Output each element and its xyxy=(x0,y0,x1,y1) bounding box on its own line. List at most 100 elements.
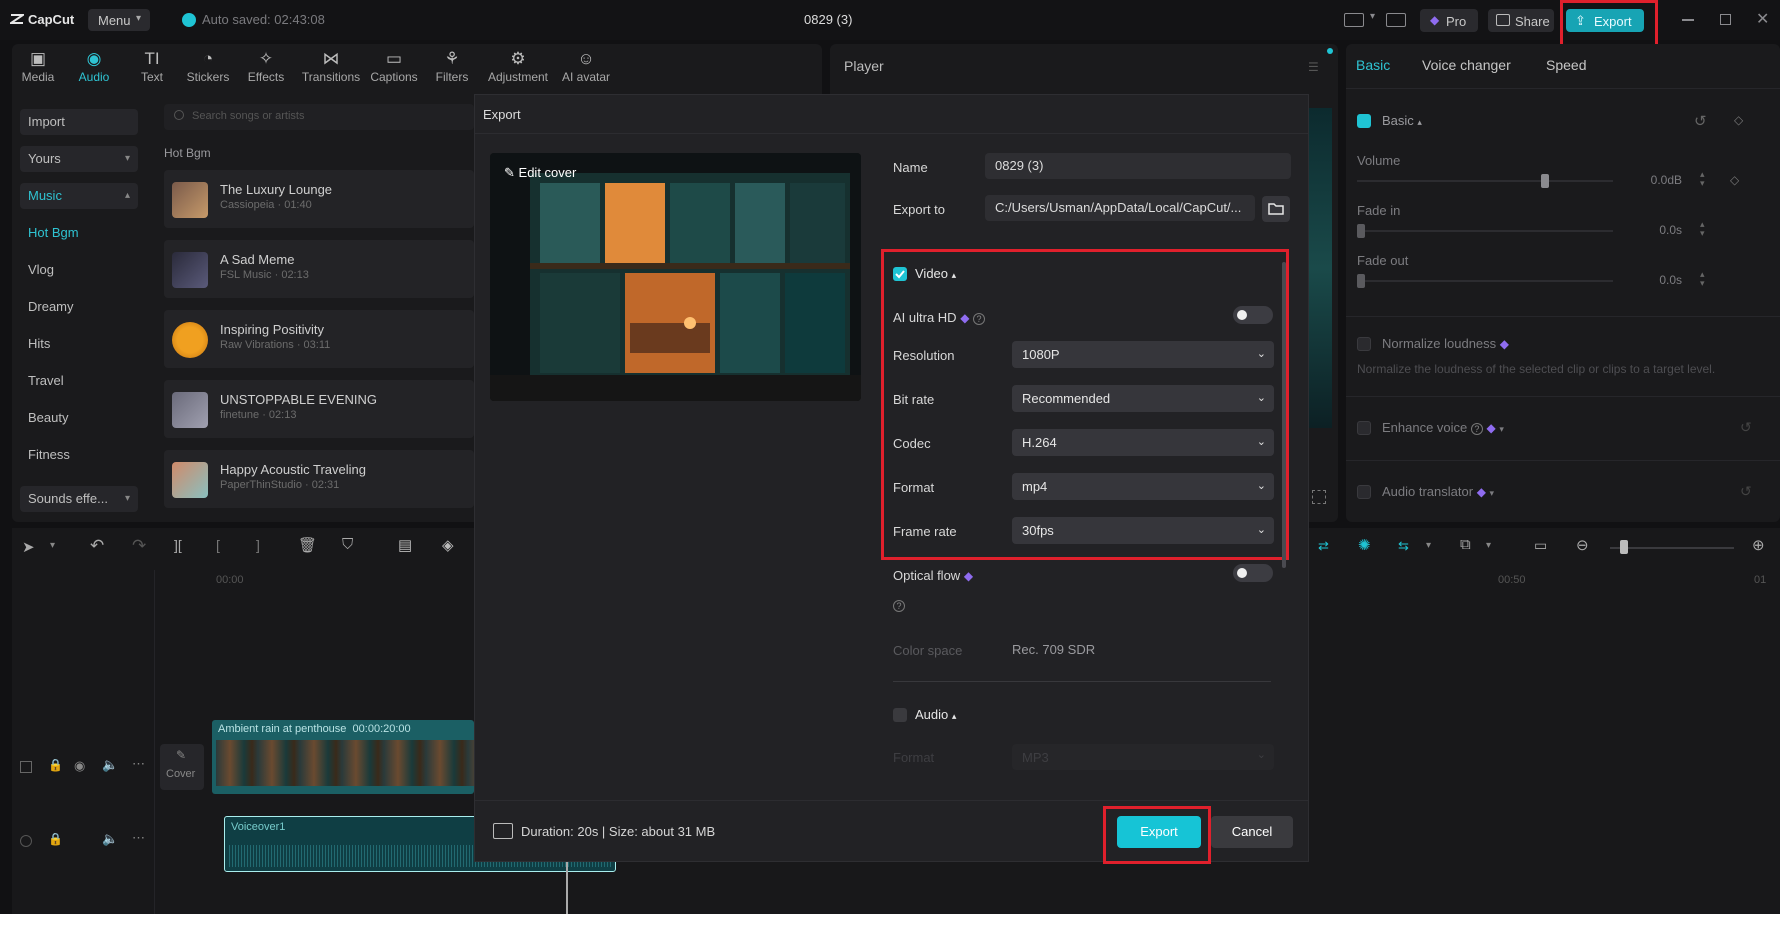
chevron-down-icon[interactable]: ▾ xyxy=(1426,540,1431,551)
restore-icon[interactable] xyxy=(1720,14,1731,25)
more-icon[interactable]: ⋯ xyxy=(132,756,145,772)
select-tool-icon[interactable]: ➤ xyxy=(22,538,35,556)
split-icon[interactable]: ][ xyxy=(174,537,182,553)
menu-icon[interactable]: ☰ xyxy=(1308,60,1319,74)
zoom-slider[interactable] xyxy=(1610,547,1734,549)
import-button[interactable]: Import xyxy=(20,109,138,135)
tab-captions[interactable]: ▭ Captions xyxy=(364,48,424,88)
tab-stickers[interactable]: ◔ Stickers xyxy=(178,48,238,88)
ai-tool-icon[interactable]: ◈ xyxy=(442,536,454,554)
name-input[interactable]: 0829 (3) xyxy=(985,153,1291,179)
sidebar-item-dreamy[interactable]: Dreamy xyxy=(20,294,138,320)
fade-out-slider-handle[interactable] xyxy=(1357,274,1365,288)
normalize-checkbox[interactable] xyxy=(1357,337,1371,351)
speaker-icon[interactable]: 🔈 xyxy=(102,757,118,773)
fade-out-slider[interactable] xyxy=(1357,280,1613,282)
more-icon[interactable]: ⋯ xyxy=(132,830,145,846)
cover-button[interactable]: ✎ Cover xyxy=(160,744,204,790)
sidebar-music[interactable]: Music ▴ xyxy=(20,183,138,209)
video-clip[interactable]: Ambient rain at penthouse 00:00:20:00 xyxy=(212,720,474,794)
optical-flow-toggle[interactable] xyxy=(1233,564,1273,582)
lock-icon[interactable]: 🔒 xyxy=(48,758,63,772)
menu-button[interactable]: Menu ▾ xyxy=(88,9,150,31)
reset-icon[interactable]: ↺ xyxy=(1740,483,1752,500)
snap-icon[interactable]: ⇆ xyxy=(1398,538,1409,554)
link-clip-icon[interactable]: ⇄ xyxy=(1318,538,1329,554)
dialog-scrollbar[interactable] xyxy=(1282,262,1286,568)
undo-icon[interactable]: ↶ xyxy=(90,536,104,556)
share-button[interactable]: Share xyxy=(1488,9,1554,32)
keyframe-icon[interactable]: ◇ xyxy=(1730,173,1739,187)
edit-cover-button[interactable]: ✎ Edit cover xyxy=(504,165,576,181)
help-icon[interactable]: ? xyxy=(973,313,986,325)
shortcuts-icon[interactable] xyxy=(1386,13,1406,27)
close-icon[interactable]: ✕ xyxy=(1756,9,1769,29)
video-section-header[interactable]: Video ▴ xyxy=(915,266,956,281)
zoom-out-icon[interactable]: ⊖ xyxy=(1576,536,1589,554)
minimize-icon[interactable] xyxy=(1682,19,1694,21)
track-video-icon[interactable] xyxy=(20,761,32,773)
pro-button[interactable]: ◆ Pro xyxy=(1420,9,1478,32)
volume-value[interactable]: 0.0dB xyxy=(1628,169,1686,191)
volume-slider-handle[interactable] xyxy=(1541,174,1549,188)
bitrate-select[interactable]: Recommended ⌄ xyxy=(1012,385,1274,412)
sidebar-item-hot-bgm[interactable]: Hot Bgm xyxy=(20,220,138,246)
sidebar-item-hits[interactable]: Hits xyxy=(20,331,138,357)
redo-icon[interactable]: ↷ xyxy=(132,536,146,556)
translator-checkbox[interactable] xyxy=(1357,485,1371,499)
freeze-icon[interactable]: ▤ xyxy=(398,536,412,554)
tab-effects[interactable]: ✧ Effects xyxy=(236,48,296,88)
tab-adjustment[interactable]: ⚙ Adjustment xyxy=(484,48,552,88)
zoom-in-icon[interactable]: ⊕ xyxy=(1752,536,1765,554)
eye-icon[interactable]: ◉ xyxy=(74,758,85,774)
audio-checkbox[interactable] xyxy=(893,708,907,722)
format-select[interactable]: mp4 ⌄ xyxy=(1012,473,1274,500)
fade-in-slider[interactable] xyxy=(1357,230,1613,232)
marker-icon[interactable]: ⛉ xyxy=(342,536,353,553)
fade-in-value[interactable]: 0.0s xyxy=(1628,219,1686,241)
help-icon[interactable]: ? xyxy=(1470,423,1483,435)
sidebar-yours[interactable]: Yours ▾ xyxy=(20,146,138,172)
ai-ultra-hd-toggle[interactable] xyxy=(1233,306,1273,324)
framerate-select[interactable]: 30fps ⌄ xyxy=(1012,517,1274,544)
export-top-button[interactable]: ⇪ Export xyxy=(1566,9,1644,32)
sidebar-item-travel[interactable]: Travel xyxy=(20,368,138,394)
list-item[interactable]: A Sad Meme FSL Music · 02:13 xyxy=(164,240,474,298)
export-button[interactable]: Export xyxy=(1117,816,1201,848)
split-left-icon[interactable]: [ xyxy=(216,537,220,553)
tab-speed[interactable]: Speed xyxy=(1546,57,1586,73)
stepper-icon[interactable]: ▴ ▾ xyxy=(1700,170,1705,188)
list-item[interactable]: Inspiring Positivity Raw Vibrations · 03… xyxy=(164,310,474,368)
subtitle-icon[interactable]: ▭ xyxy=(1534,537,1547,554)
tab-transitions[interactable]: ⋈ Transitions xyxy=(298,48,364,88)
stepper-icon[interactable]: ▴ ▾ xyxy=(1700,220,1705,238)
tab-filters[interactable]: ⚘ Filters xyxy=(422,48,482,88)
list-item[interactable]: The Luxury Lounge Cassiopeia · 01:40 xyxy=(164,170,474,228)
chevron-down-icon[interactable]: ▾ xyxy=(50,540,55,551)
cover-preview[interactable]: ✎ Edit cover xyxy=(490,153,861,401)
lock-icon[interactable]: 🔒 xyxy=(48,832,63,846)
video-checkbox[interactable] xyxy=(893,267,907,281)
fade-in-slider-handle[interactable] xyxy=(1357,224,1365,238)
export-path-input[interactable]: C:/Users/Usman/AppData/Local/CapCut/... xyxy=(985,195,1255,221)
resolution-select[interactable]: 1080P ⌄ xyxy=(1012,341,1274,368)
chevron-down-icon[interactable]: ▾ xyxy=(1370,11,1375,22)
stepper-icon[interactable]: ▴ ▾ xyxy=(1700,270,1705,288)
tab-media[interactable]: ▣ Media xyxy=(8,48,68,88)
search-input[interactable]: Search songs or artists xyxy=(164,104,474,130)
speaker-icon[interactable]: 🔈 xyxy=(102,831,118,847)
chevron-down-icon[interactable]: ▾ xyxy=(1486,540,1491,551)
preview-axis-icon[interactable]: ⧉ xyxy=(1460,536,1471,553)
volume-slider[interactable] xyxy=(1357,180,1613,182)
sidebar-item-beauty[interactable]: Beauty xyxy=(20,405,138,431)
audio-track-icon[interactable] xyxy=(20,835,32,847)
list-item[interactable]: Happy Acoustic Traveling PaperThinStudio… xyxy=(164,450,474,508)
list-item[interactable]: UNSTOPPABLE EVENING finetune · 02:13 xyxy=(164,380,474,438)
tab-text[interactable]: TI Text xyxy=(122,48,182,88)
tab-basic[interactable]: Basic xyxy=(1356,57,1390,73)
tab-voice-changer[interactable]: Voice changer xyxy=(1422,57,1511,73)
enhance-voice-checkbox[interactable] xyxy=(1357,421,1371,435)
tab-ai-avatar[interactable]: ☺ AI avatar xyxy=(554,48,618,88)
fade-out-value[interactable]: 0.0s xyxy=(1628,269,1686,291)
fullscreen-icon[interactable] xyxy=(1312,490,1326,504)
